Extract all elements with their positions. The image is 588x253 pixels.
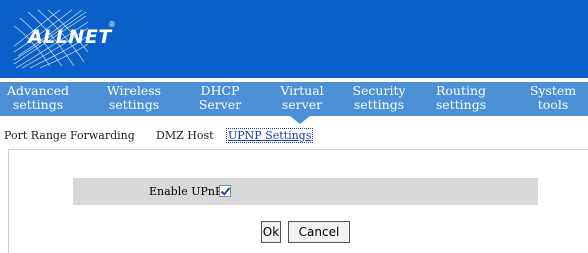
nav-label-line2: settings: [435, 97, 487, 112]
nav-virtual-server[interactable]: Virtual server: [276, 84, 328, 114]
nav-label-line2: settings: [353, 97, 405, 112]
nav-label-line2: settings: [12, 97, 64, 112]
enable-upnp-row: Enable UPnP: [73, 178, 538, 205]
nav-wireless-settings[interactable]: Wireless settings: [104, 84, 164, 114]
registered-mark: ®: [108, 20, 116, 29]
cancel-button[interactable]: Cancel: [288, 221, 350, 243]
content-panel: Enable UPnP Ok Cancel: [8, 149, 588, 253]
nav-security-settings[interactable]: Security settings: [346, 84, 412, 114]
nav-label-line2: settings: [108, 97, 160, 112]
nav-label-line1: System: [529, 83, 577, 98]
enable-upnp-label: Enable UPnP: [149, 185, 223, 198]
nav-system-tools[interactable]: System tools: [524, 84, 582, 114]
nav-label-line2: tools: [537, 97, 569, 112]
main-nav: Advanced settings Wireless settings DHCP…: [0, 78, 588, 124]
header-banner: ALLNET ®: [0, 0, 588, 78]
nav-label-line1: Virtual: [280, 83, 324, 98]
subtab-upnp-settings[interactable]: UPNP Settings: [226, 128, 314, 143]
nav-routing-settings[interactable]: Routing settings: [430, 84, 492, 114]
nav-label-line2: Server: [198, 97, 242, 112]
enable-upnp-checkbox[interactable]: [219, 185, 231, 197]
subtab-dmz-host[interactable]: DMZ Host: [156, 129, 214, 142]
nav-label-line1: Advanced: [7, 83, 69, 98]
nav-dhcp-server[interactable]: DHCP Server: [194, 84, 246, 114]
logo-wordmark: ALLNET: [28, 26, 112, 48]
nav-label-line2: server: [281, 97, 323, 112]
nav-label-line1: Security: [352, 83, 406, 98]
nav-advanced-settings[interactable]: Advanced settings: [6, 84, 70, 114]
ok-button[interactable]: Ok: [261, 221, 281, 243]
nav-label-line1: Wireless: [106, 83, 162, 98]
subtab-port-range-forwarding[interactable]: Port Range Forwarding: [4, 129, 135, 142]
nav-label-line1: DHCP: [200, 83, 240, 98]
nav-label-line1: Routing: [435, 83, 487, 98]
subtab-bar: Port Range Forwarding DMZ Host UPNP Sett…: [0, 124, 588, 144]
active-nav-pointer-icon: [290, 116, 310, 124]
nav-bar: Advanced settings Wireless settings DHCP…: [0, 82, 588, 116]
